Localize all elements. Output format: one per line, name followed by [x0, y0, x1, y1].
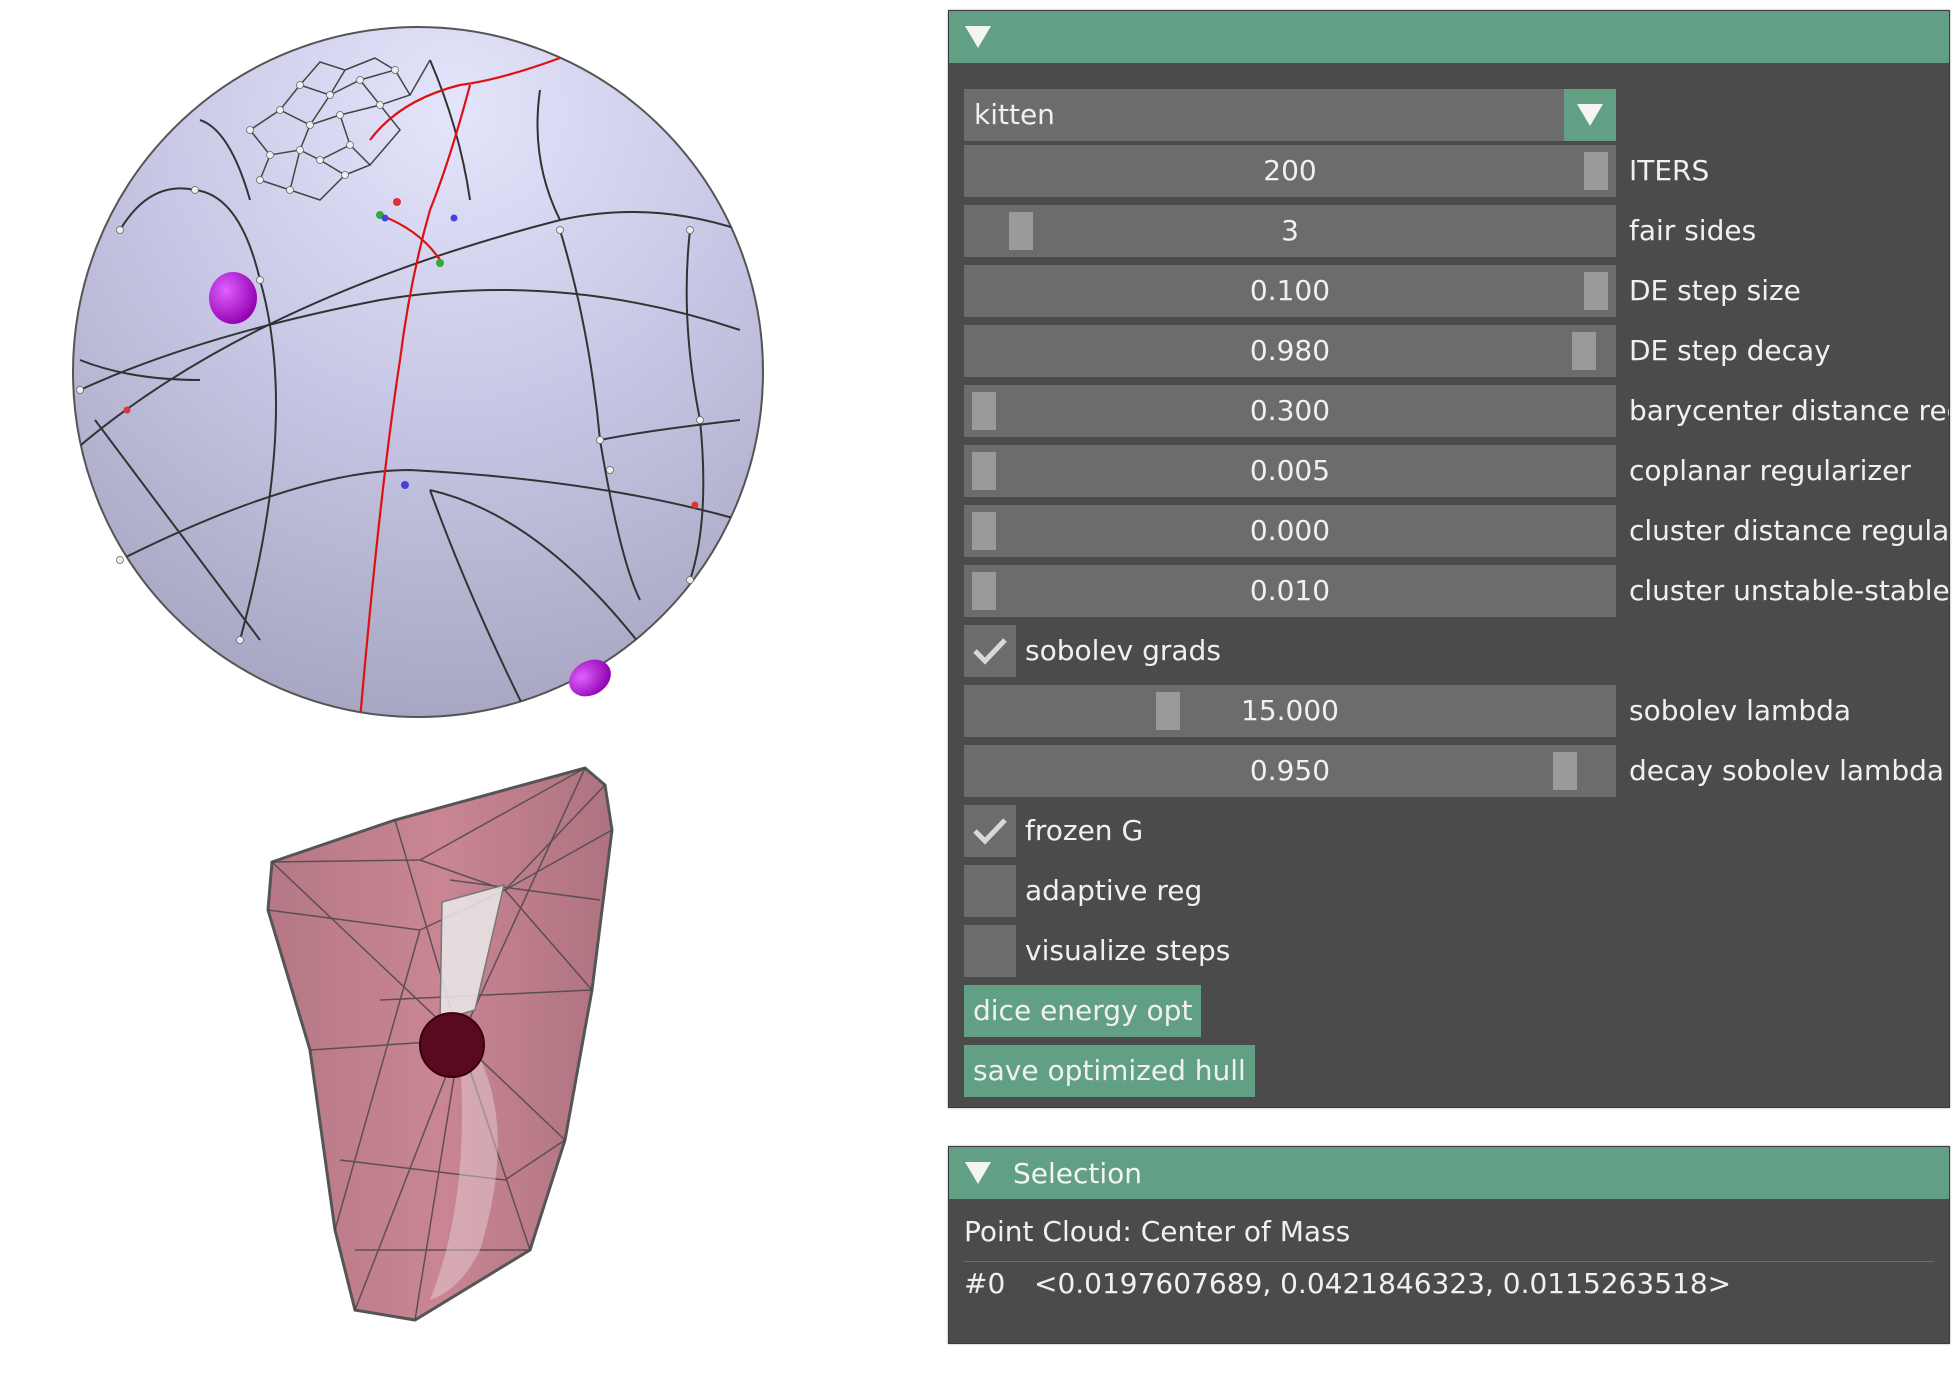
barycenter-distance-slider[interactable]: 0.300 — [964, 385, 1616, 437]
slider-value: 0.000 — [1249, 514, 1331, 547]
frozen-g-checkbox[interactable] — [964, 805, 1016, 857]
de-step-size-slider[interactable]: 0.100 — [964, 265, 1616, 317]
slider-value: 0.980 — [1249, 334, 1331, 367]
iters-slider[interactable]: 200 — [964, 145, 1616, 197]
triangle-down-icon[interactable] — [965, 26, 991, 48]
visualize-steps-label: visualize steps — [1025, 934, 1231, 967]
selection-heading: Point Cloud: Center of Mass — [964, 1215, 1351, 1248]
slider-value: 3 — [1281, 214, 1299, 247]
selection-value: <0.0197607689, 0.0421846323, 0.011526351… — [1034, 1267, 1732, 1300]
slider-value: 200 — [1263, 154, 1317, 187]
cluster-distance-slider[interactable]: 0.000 — [964, 505, 1616, 557]
visualize-steps-checkbox[interactable] — [964, 925, 1016, 977]
sobolev-lambda-slider[interactable]: 15.000 — [964, 685, 1616, 737]
slider-value: 15.000 — [1241, 694, 1339, 727]
triangle-down-icon[interactable] — [965, 1162, 991, 1184]
cluster-distance-label: cluster distance regulariz — [1629, 514, 1950, 547]
dice-energy-opt-button[interactable]: dice energy opt — [964, 985, 1202, 1037]
slider-value: 0.010 — [1249, 574, 1331, 607]
coplanar-regularizer-label: coplanar regularizer — [1629, 454, 1911, 487]
optimizer-panel: kitten 200 ITERS 3 fair sides 0.100 DE step s… — [948, 10, 1950, 1108]
chevron-down-icon[interactable] — [1564, 89, 1616, 141]
center-of-mass-point[interactable] — [419, 1012, 485, 1078]
fair-sides-slider[interactable]: 3 — [964, 205, 1616, 257]
stable-point-marker — [209, 272, 257, 324]
3d-viewport[interactable] — [0, 0, 940, 1370]
selection-index: #0 — [964, 1267, 1006, 1300]
selection-header[interactable]: Selection — [949, 1147, 1949, 1199]
sobolev-grads-label: sobolev grads — [1025, 634, 1221, 667]
barycenter-distance-label: barycenter distance regu — [1629, 394, 1950, 427]
sobolev-grads-checkbox[interactable] — [964, 625, 1016, 677]
cluster-unstable-stable-label: cluster unstable-stable a — [1629, 574, 1950, 607]
scene-canvas[interactable] — [0, 0, 940, 1370]
slider-value: 0.950 — [1249, 754, 1331, 787]
panel-header[interactable] — [949, 11, 1949, 63]
cluster-unstable-stable-slider[interactable]: 0.010 — [964, 565, 1616, 617]
slider-value: 0.300 — [1249, 394, 1331, 427]
frozen-g-label: frozen G — [1025, 814, 1144, 847]
adaptive-reg-label: adaptive reg — [1025, 874, 1203, 907]
decay-sobolev-lambda-slider[interactable]: 0.950 — [964, 745, 1616, 797]
de-step-size-label: DE step size — [1629, 274, 1801, 307]
adaptive-reg-checkbox[interactable] — [964, 865, 1016, 917]
slider-value: 0.005 — [1249, 454, 1331, 487]
selection-panel: Selection Point Cloud: Center of Mass #0… — [948, 1146, 1950, 1344]
save-optimized-hull-button[interactable]: save optimized hull — [964, 1045, 1255, 1097]
selection-title: Selection — [1013, 1156, 1143, 1190]
mesh-select-value: kitten — [974, 98, 1055, 131]
slider-value: 0.100 — [1249, 274, 1331, 307]
checkmark-icon — [973, 818, 1007, 845]
coplanar-regularizer-slider[interactable]: 0.005 — [964, 445, 1616, 497]
de-step-decay-slider[interactable]: 0.980 — [964, 325, 1616, 377]
mesh-select[interactable]: kitten — [964, 89, 1616, 141]
de-step-decay-label: DE step decay — [1629, 334, 1831, 367]
divider — [964, 1261, 1934, 1262]
iters-label: ITERS — [1629, 154, 1710, 187]
checkmark-icon — [973, 638, 1007, 665]
fair-sides-label: fair sides — [1629, 214, 1757, 247]
sobolev-lambda-label: sobolev lambda — [1629, 694, 1852, 727]
decay-sobolev-lambda-label: decay sobolev lambda — [1629, 754, 1945, 787]
gauss-sphere — [72, 26, 764, 718]
